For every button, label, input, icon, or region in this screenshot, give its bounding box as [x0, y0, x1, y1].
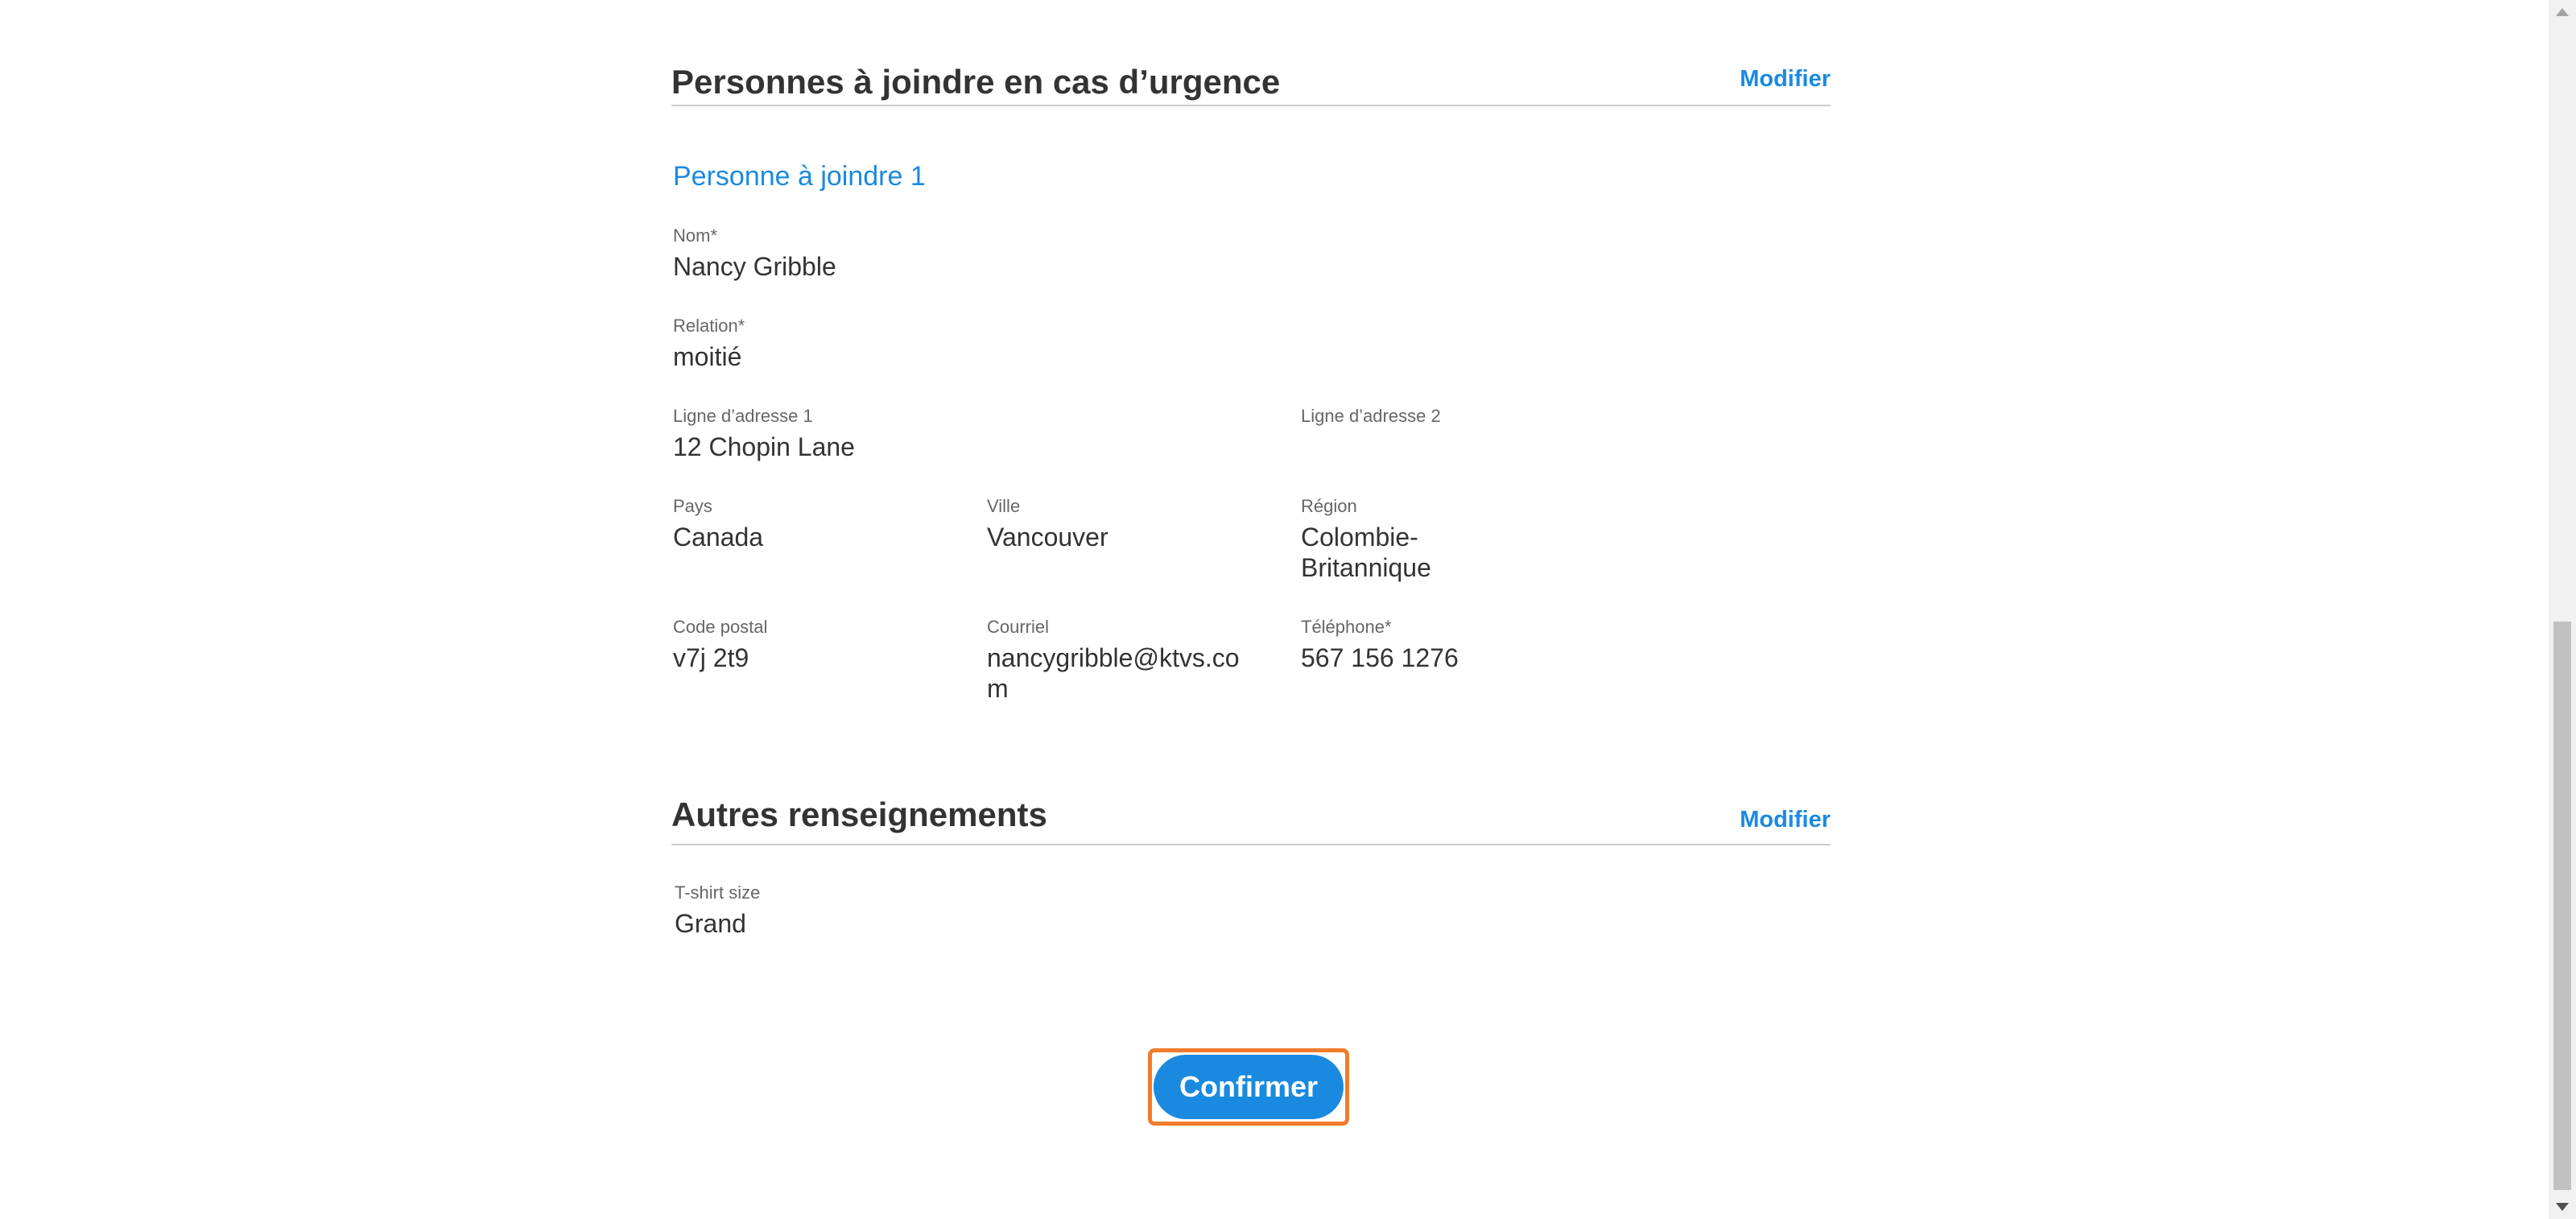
field-email: Courriel nancygribble@ktvs.com	[987, 617, 1261, 704]
field-relation-value: moitié	[673, 342, 742, 371]
field-country: Pays Canada	[673, 496, 963, 552]
field-email-label: Courriel	[987, 617, 1050, 637]
field-tshirt-label: T-shirt size	[675, 882, 761, 903]
field-city-label: Ville	[987, 496, 1021, 516]
field-address2: Ligne d’adresse 2	[1301, 406, 1591, 432]
field-tshirt: T-shirt size Grand	[675, 882, 964, 939]
contact-1-heading: Personne à joindre 1	[673, 161, 926, 192]
field-country-value: Canada	[673, 523, 764, 552]
confirm-button[interactable]: Confirmer	[1154, 1055, 1344, 1119]
field-email-value: nancygribble@ktvs.com	[987, 643, 1240, 703]
scroll-down-arrow-icon[interactable]	[2556, 1203, 2569, 1211]
field-relation-label: Relation*	[673, 316, 745, 336]
field-postal-value: v7j 2t9	[673, 643, 749, 672]
field-phone-value: 567 156 1276	[1301, 643, 1459, 672]
field-name-value: Nancy Gribble	[673, 252, 836, 281]
field-address1: Ligne d’adresse 1 12 Chopin Lane	[673, 406, 963, 462]
field-address1-label: Ligne d’adresse 1	[673, 406, 813, 426]
scrollbar-thumb[interactable]	[2553, 622, 2571, 1190]
field-region: Région Colombie-Britannique	[1301, 496, 1502, 583]
field-city-value: Vancouver	[987, 523, 1108, 552]
field-phone: Téléphone* 567 156 1276	[1301, 617, 1591, 673]
field-region-label: Région	[1301, 496, 1357, 516]
emergency-section-title: Personnes à joindre en cas d’urgence	[671, 63, 1281, 101]
field-relation: Relation* moitié	[673, 316, 963, 372]
other-section-title: Autres renseignements	[671, 795, 1047, 833]
field-name-label: Nom*	[673, 225, 718, 246]
field-phone-label: Téléphone*	[1301, 617, 1392, 637]
page: Personnes à joindre en cas d’urgence Mod…	[0, 0, 2576, 1219]
field-address2-label: Ligne d’adresse 2	[1301, 406, 1441, 426]
other-modify-link[interactable]: Modifier	[1740, 807, 1831, 833]
field-city: Ville Vancouver	[987, 496, 1277, 552]
field-name: Nom* Nancy Gribble	[673, 225, 963, 282]
field-tshirt-value: Grand	[675, 909, 746, 938]
page-scrollbar[interactable]	[2549, 0, 2576, 1219]
field-postal-label: Code postal	[673, 617, 768, 637]
confirm-button-focus-ring: Confirmer	[1148, 1048, 1349, 1126]
emergency-modify-link[interactable]: Modifier	[1740, 66, 1831, 93]
scroll-up-arrow-icon[interactable]	[2556, 8, 2569, 16]
emergency-section-header: Personnes à joindre en cas d’urgence Mod…	[671, 0, 1831, 106]
field-address1-value: 12 Chopin Lane	[673, 432, 855, 461]
other-section-header: Autres renseignements Modifier	[671, 773, 1831, 845]
field-region-value: Colombie-Britannique	[1301, 523, 1431, 582]
field-country-label: Pays	[673, 496, 712, 516]
field-postal: Code postal v7j 2t9	[673, 617, 963, 673]
